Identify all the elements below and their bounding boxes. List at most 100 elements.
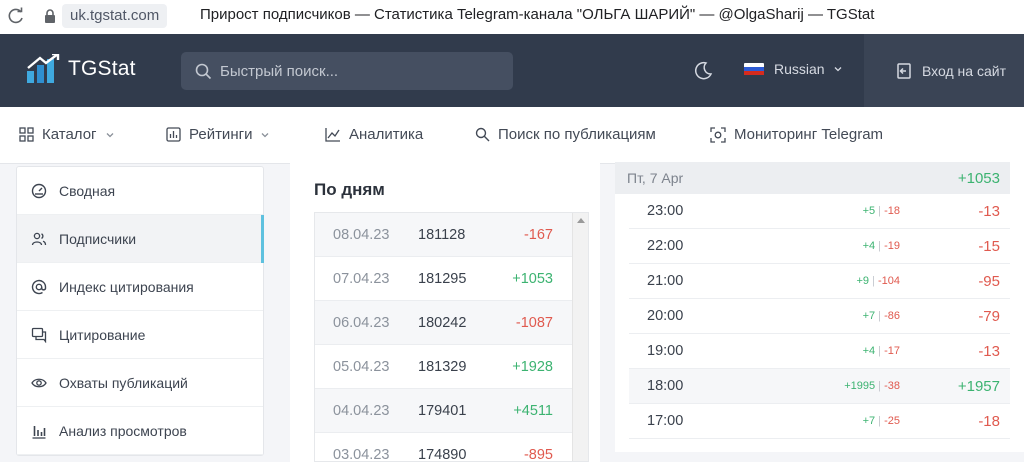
hour-joined: +5 bbox=[863, 205, 876, 217]
page-title: Прирост подписчиков — Статистика Telegra… bbox=[200, 6, 874, 23]
hour-left: -86 bbox=[884, 310, 900, 322]
address-bar[interactable]: uk.tgstat.com bbox=[62, 4, 167, 28]
hour-left: -38 bbox=[884, 380, 900, 392]
sidebar-item-label: Цитирование bbox=[59, 327, 145, 343]
hour-joined: +7 bbox=[863, 415, 876, 427]
day-delta: +1053 bbox=[512, 271, 553, 287]
table-row[interactable]: 06.04.23180242-1087 bbox=[315, 301, 573, 345]
logo-text: TGStat bbox=[68, 57, 136, 81]
sidebar-item-label: Индекс цитирования bbox=[59, 279, 194, 295]
nav-post-search[interactable]: Поиск по публикациям bbox=[475, 126, 656, 143]
hour-split: +9 | -104 bbox=[856, 275, 900, 287]
day-date: 05.04.23 bbox=[333, 359, 389, 375]
day-header[interactable]: Пт, 7 Apr +1053 bbox=[615, 162, 1010, 194]
lock-icon[interactable] bbox=[42, 8, 58, 24]
day-total: 179401 bbox=[418, 403, 466, 419]
separator: | bbox=[875, 205, 884, 217]
day-header-total: +1053 bbox=[958, 170, 1000, 187]
language-selector[interactable]: Russian bbox=[744, 61, 843, 77]
separator: | bbox=[875, 380, 884, 392]
hour-joined: +7 bbox=[863, 310, 876, 322]
sidebar-item-subscribers[interactable]: Подписчики bbox=[17, 215, 263, 263]
by-hour-card: Пт, 7 Apr +1053 23:00 +5 | -18 -13 22:00+4 … bbox=[615, 162, 1024, 452]
sidebar-item-label: Сводная bbox=[59, 183, 115, 199]
sidebar-item-views-analysis[interactable]: Анализ просмотров bbox=[17, 407, 263, 455]
hour-split: +7 | -25 bbox=[863, 415, 900, 427]
day-delta: -167 bbox=[524, 227, 553, 243]
nav-catalog[interactable]: Каталог bbox=[19, 126, 115, 143]
quick-search[interactable] bbox=[181, 52, 513, 90]
search-input[interactable] bbox=[220, 63, 500, 80]
hour-joined: +4 bbox=[863, 240, 876, 252]
day-total: 181295 bbox=[418, 271, 466, 287]
quote-icon bbox=[31, 327, 47, 343]
hour-left: -25 bbox=[884, 415, 900, 427]
scrollbar[interactable] bbox=[572, 213, 588, 462]
day-date: 07.04.23 bbox=[333, 271, 389, 287]
hour-split: +5 | -18 bbox=[863, 205, 900, 217]
by-day-list[interactable]: 08.04.23181128-16707.04.23181295+105306.… bbox=[314, 212, 589, 462]
logo[interactable]: TGStat bbox=[26, 54, 136, 84]
sidebar-item-label: Подписчики bbox=[59, 231, 136, 247]
day-total: 181128 bbox=[418, 227, 465, 243]
by-day-card: По дням 08.04.23181128-16707.04.23181295… bbox=[290, 162, 600, 462]
by-day-title: По дням bbox=[314, 180, 385, 200]
day-total: 174890 bbox=[418, 447, 466, 462]
separator: | bbox=[875, 345, 884, 357]
day-header-label: Пт, 7 Apr bbox=[627, 170, 683, 186]
chevron-down-icon bbox=[833, 64, 843, 74]
sidebar-item-citations[interactable]: Цитирование bbox=[17, 311, 263, 359]
table-row: 17:00+7 | -25-18 bbox=[629, 404, 1010, 439]
reload-icon[interactable] bbox=[6, 6, 26, 26]
nav-analytics-label: Аналитика bbox=[349, 126, 423, 143]
hour-time: 19:00 bbox=[647, 343, 683, 359]
table-row: 18:00+1995 | -38+1957 bbox=[629, 369, 1010, 404]
language-label: Russian bbox=[774, 61, 825, 77]
hour-left: -17 bbox=[884, 345, 900, 357]
table-row[interactable]: 03.04.23174890-895 bbox=[315, 433, 573, 462]
day-delta: -895 bbox=[524, 447, 553, 462]
sidebar-item-post-reach[interactable]: Охваты публикаций bbox=[17, 359, 263, 407]
hour-joined: +1995 bbox=[844, 380, 875, 392]
hour-joined: +9 bbox=[856, 275, 869, 287]
sidebar-item-summary[interactable]: Сводная bbox=[17, 167, 263, 215]
hour-net: -15 bbox=[978, 238, 1000, 255]
hour-net: -95 bbox=[978, 273, 1000, 290]
hour-time: 21:00 bbox=[647, 273, 683, 289]
day-delta: -1087 bbox=[516, 315, 553, 331]
sidebar-item-label: Анализ просмотров bbox=[59, 423, 187, 439]
sidebar-item-citation-index[interactable]: Индекс цитирования bbox=[17, 263, 263, 311]
hour-left: -18 bbox=[884, 205, 900, 217]
login-label: Вход на сайт bbox=[922, 63, 1006, 79]
main-nav: Каталог Рейтинги Аналитика Поиск по публ… bbox=[0, 107, 1024, 164]
hour-net: -13 bbox=[978, 203, 1000, 220]
at-icon bbox=[31, 279, 47, 295]
day-date: 04.04.23 bbox=[333, 403, 389, 419]
nav-monitoring[interactable]: Мониторинг Telegram bbox=[710, 126, 883, 143]
search-icon bbox=[475, 127, 490, 142]
table-row[interactable]: 04.04.23179401+4511 bbox=[315, 389, 573, 433]
logo-icon bbox=[26, 54, 60, 84]
nav-post-search-label: Поиск по публикациям bbox=[498, 126, 656, 143]
moon-icon[interactable] bbox=[693, 61, 713, 81]
table-row: 22:00+4 | -19-15 bbox=[629, 229, 1010, 264]
table-row: 23:00 +5 | -18 -13 bbox=[629, 194, 1010, 229]
flag-icon bbox=[744, 63, 764, 76]
table-row[interactable]: 05.04.23181329+1928 bbox=[315, 345, 573, 389]
separator: | bbox=[875, 240, 884, 252]
nav-monitoring-label: Мониторинг Telegram bbox=[734, 126, 883, 143]
line-chart-icon bbox=[325, 127, 341, 142]
hour-split: +4 | -17 bbox=[863, 345, 900, 357]
browser-bar: uk.tgstat.com Прирост подписчиков — Стат… bbox=[0, 0, 1024, 34]
separator: | bbox=[875, 415, 884, 427]
hour-time: 23:00 bbox=[647, 203, 683, 219]
table-row[interactable]: 08.04.23181128-167 bbox=[315, 213, 573, 257]
scroll-up-icon[interactable] bbox=[577, 218, 585, 223]
nav-catalog-label: Каталог bbox=[42, 126, 97, 143]
target-icon bbox=[710, 127, 726, 143]
table-row[interactable]: 07.04.23 181295 +1053 bbox=[315, 257, 573, 301]
login-icon bbox=[896, 62, 914, 80]
nav-analytics[interactable]: Аналитика bbox=[325, 126, 423, 143]
nav-ratings[interactable]: Рейтинги bbox=[166, 126, 270, 143]
login-button[interactable]: Вход на сайт bbox=[864, 34, 1024, 107]
